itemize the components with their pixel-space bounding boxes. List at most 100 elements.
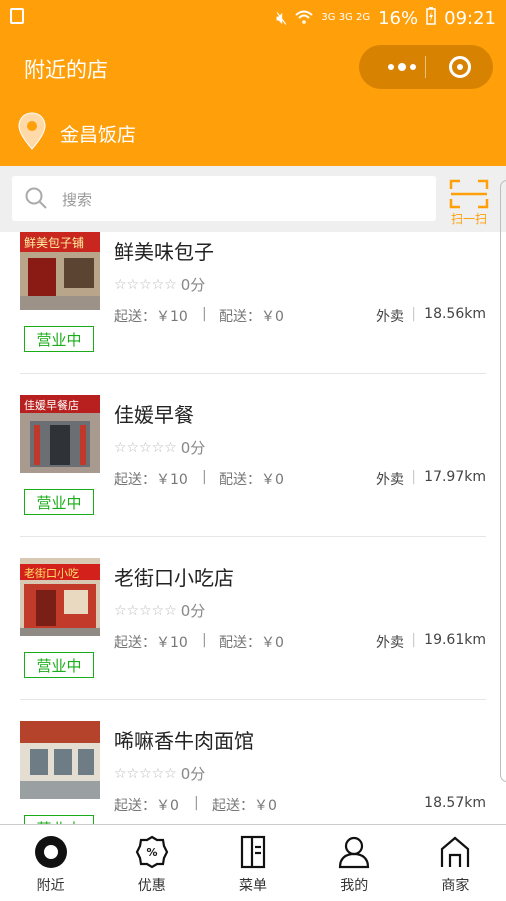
discount-badge-icon: %	[135, 835, 169, 869]
clock: 09:21	[444, 7, 496, 29]
list-divider	[20, 373, 486, 374]
svg-text:%: %	[146, 846, 157, 859]
shop-score: 0分	[180, 276, 206, 294]
shop-item[interactable]: 佳媛早餐店 佳媛早餐 ☆☆☆☆☆ 0分 起送：￥10 | 配送：￥0 外卖 | …	[0, 395, 506, 558]
shop-name: 鲜美味包子	[114, 240, 214, 264]
meta-divider: |	[202, 469, 207, 485]
star-rating-icon: ☆☆☆☆☆	[114, 276, 177, 293]
user-icon	[339, 836, 370, 869]
location-pin-icon	[18, 112, 46, 154]
menu-doc-icon	[240, 835, 266, 869]
svg-text:佳媛早餐店: 佳媛早餐店	[24, 398, 79, 412]
order-type: 外卖	[376, 309, 404, 325]
shop-meta: 起送：￥10 | 配送：￥0 外卖 | 18.56km	[114, 306, 486, 326]
nav-header: 附近的店	[0, 36, 506, 100]
scan-label: 扫一扫	[450, 212, 487, 226]
tab-label: 附近	[36, 878, 65, 894]
min-order: 起送：￥0	[114, 798, 179, 814]
meta-divider: |	[411, 469, 416, 485]
status-right: 🔇︎ 3G 3G 2G 16% 09:21	[276, 6, 496, 30]
shop-thumbnail: 老街口小吃	[20, 558, 100, 636]
shop-distance: 19.61km	[424, 632, 486, 648]
list-divider	[20, 536, 486, 537]
shop-rating: ☆☆☆☆☆ 0分	[114, 763, 205, 784]
meta-divider: |	[202, 306, 207, 322]
min-order: 起送：￥10	[114, 635, 188, 651]
delivery-fee: 配送：￥0	[219, 472, 284, 488]
location-bar[interactable]: 金昌饭店	[0, 100, 506, 166]
shop-icon	[441, 836, 470, 867]
shop-thumbnail: 鲜美包子铺	[20, 232, 100, 310]
shop-rating: ☆☆☆☆☆ 0分	[114, 437, 205, 458]
min-order: 起送：￥10	[114, 309, 188, 325]
shop-distance: 18.57km	[424, 795, 486, 811]
shop-item[interactable]: 唏嘛香牛肉面馆 ☆☆☆☆☆ 0分 起送：￥0 | 起送：￥0 18.57km 营…	[0, 721, 506, 824]
scroll-indicator	[500, 180, 506, 782]
meta-divider: |	[194, 795, 199, 811]
open-status-badge: 营业中	[24, 652, 94, 678]
shop-rating: ☆☆☆☆☆ 0分	[114, 600, 205, 621]
shop-distance: 18.56km	[424, 306, 486, 322]
location-name: 金昌饭店	[60, 124, 137, 146]
shop-rating: ☆☆☆☆☆ 0分	[114, 274, 205, 295]
mute-icon: 🔇︎	[276, 7, 288, 29]
meta-divider: |	[411, 632, 416, 648]
open-status-badge: 营业中	[24, 326, 94, 352]
shop-meta: 起送：￥0 | 起送：￥0 18.57km	[114, 795, 486, 815]
scan-button[interactable]: 扫一扫	[446, 178, 492, 226]
delivery-fee: 配送：￥0	[219, 309, 284, 325]
svg-text:鲜美包子铺: 鲜美包子铺	[24, 236, 84, 250]
bottom-tab-bar: 附近 % 优惠 菜单 我的 商家	[0, 824, 506, 901]
capsule-divider	[425, 56, 426, 78]
nearby-icon	[34, 836, 67, 868]
star-rating-icon: ☆☆☆☆☆	[114, 602, 177, 619]
tab-mine[interactable]: 我的	[304, 825, 405, 901]
wifi-icon	[295, 8, 314, 29]
close-miniprogram-icon[interactable]	[449, 56, 471, 78]
shop-thumbnail	[20, 721, 100, 799]
open-status-badge: 营业中	[24, 815, 94, 824]
delivery-fee: 起送：￥0	[212, 798, 277, 814]
tab-nearby[interactable]: 附近	[0, 825, 101, 901]
meta-divider: |	[202, 632, 207, 648]
shop-name: 老街口小吃店	[114, 566, 234, 590]
miniprogram-capsule	[359, 45, 493, 89]
shop-name: 唏嘛香牛肉面馆	[114, 729, 254, 753]
tab-discount[interactable]: % 优惠	[101, 825, 202, 901]
tab-shop[interactable]: 商家	[405, 825, 506, 901]
shop-score: 0分	[180, 602, 206, 620]
battery-icon	[426, 6, 436, 30]
tab-label: 我的	[340, 878, 369, 894]
shop-item[interactable]: 老街口小吃 老街口小吃店 ☆☆☆☆☆ 0分 起送：￥10 | 配送：￥0 外卖 …	[0, 558, 506, 721]
shop-thumbnail: 佳媛早餐店	[20, 395, 100, 473]
shop-name: 佳媛早餐	[114, 403, 194, 427]
search-input[interactable]: 搜索	[12, 176, 436, 221]
shop-item[interactable]: 鲜美包子铺 鲜美味包子 ☆☆☆☆☆ 0分 起送：￥10 | 配送：￥0 外卖 |…	[0, 232, 506, 395]
search-bar: 搜索 扫一扫	[0, 166, 506, 232]
network-label: 3G 3G 2G	[321, 12, 371, 23]
meta-divider: |	[411, 306, 416, 322]
star-rating-icon: ☆☆☆☆☆	[114, 439, 177, 456]
page-title: 附近的店	[24, 58, 108, 82]
tab-label: 商家	[441, 878, 470, 894]
order-type: 外卖	[376, 472, 404, 488]
scan-icon	[449, 179, 489, 209]
shop-list[interactable]: 鲜美包子铺 鲜美味包子 ☆☆☆☆☆ 0分 起送：￥10 | 配送：￥0 外卖 |…	[0, 232, 506, 824]
search-icon	[24, 186, 48, 214]
open-status-badge: 营业中	[24, 489, 94, 515]
battery-percent: 16%	[378, 7, 419, 29]
svg-text:老街口小吃: 老街口小吃	[24, 566, 79, 580]
search-placeholder: 搜索	[62, 191, 93, 209]
shop-meta: 起送：￥10 | 配送：￥0 外卖 | 19.61km	[114, 632, 486, 652]
status-bar: 🔇︎ 3G 3G 2G 16% 09:21	[0, 0, 506, 36]
list-divider	[20, 699, 486, 700]
order-type: 外卖	[376, 635, 404, 651]
shop-score: 0分	[180, 439, 206, 457]
shop-score: 0分	[180, 765, 206, 783]
tab-menu[interactable]: 菜单	[202, 825, 303, 901]
star-rating-icon: ☆☆☆☆☆	[114, 765, 177, 782]
more-menu-icon[interactable]	[379, 45, 425, 89]
delivery-fee: 配送：￥0	[219, 635, 284, 651]
tab-label: 优惠	[137, 878, 166, 894]
shop-meta: 起送：￥10 | 配送：￥0 外卖 | 17.97km	[114, 469, 486, 489]
